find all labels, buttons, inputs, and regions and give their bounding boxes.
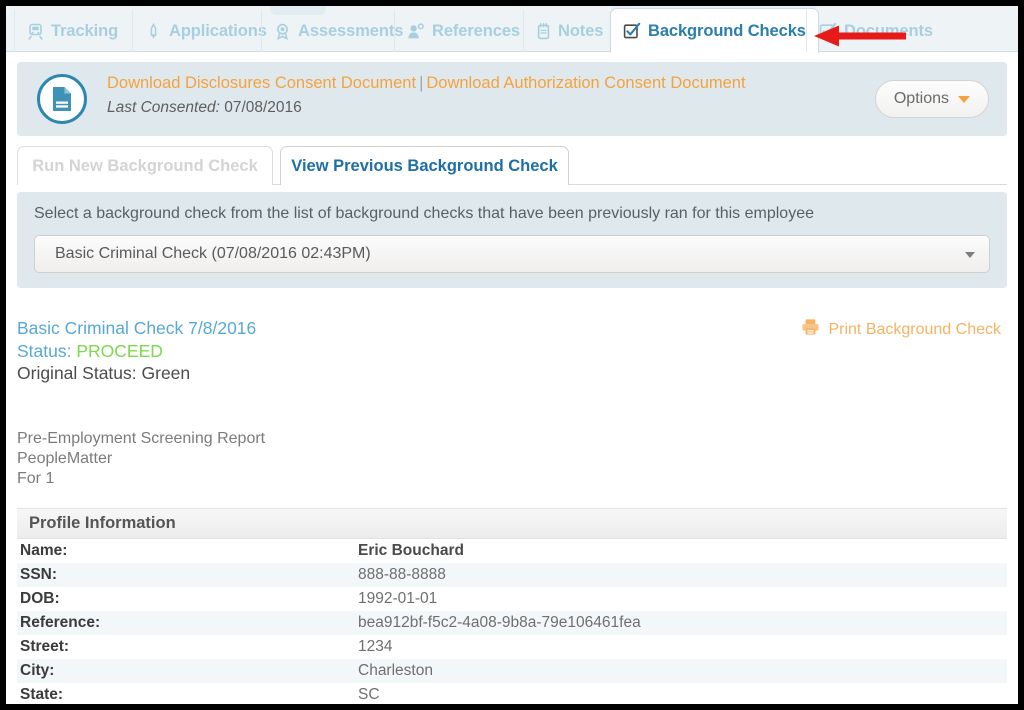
options-button[interactable]: Options <box>874 80 989 118</box>
print-background-check-link[interactable]: Print Background Check <box>801 318 1001 341</box>
table-row: Name: Eric Bouchard <box>17 539 1007 563</box>
select-value: Basic Criminal Check (07/08/2016 02:43PM… <box>55 245 371 262</box>
tab-label: Documents <box>844 21 933 40</box>
tab-label: Tracking <box>51 21 119 40</box>
download-authorization-link[interactable]: Download Authorization Consent Document <box>426 74 745 92</box>
tab-background-checks[interactable]: Background Checks <box>610 8 819 53</box>
printer-icon <box>801 318 820 341</box>
subtab-run-new-background-check[interactable]: Run New Background Check <box>17 146 273 185</box>
pen-icon <box>145 22 162 40</box>
report-meta: Pre-Employment Screening Report PeopleMa… <box>17 429 265 489</box>
result-original-status: Original Status: Green <box>17 363 191 383</box>
checkbox-checked-icon <box>623 22 641 40</box>
table-row: State: SC <box>17 683 1007 704</box>
table-row: Street: 1234 <box>17 635 1007 659</box>
subtab-view-previous-background-check[interactable]: View Previous Background Check <box>280 146 569 185</box>
row-label: Reference: <box>20 614 101 631</box>
document-circle-icon <box>37 74 87 124</box>
status-label: Status: <box>17 341 72 361</box>
report-meta-line-1: Pre-Employment Screening Report <box>17 430 266 447</box>
tab-label: Assessments <box>298 21 404 40</box>
tab-applications[interactable]: Applications <box>132 10 279 52</box>
status-badge: PROCEED <box>76 341 163 361</box>
consent-banner: Download Disclosures Consent Document | Do… <box>17 62 1007 136</box>
background-check-select[interactable]: Basic Criminal Check (07/08/2016 02:43PM… <box>34 235 990 273</box>
row-label: Street: <box>20 638 70 655</box>
row-value: bea912bf-f5c2-4a08-9b8a-79e106461fea <box>358 614 641 631</box>
row-value: 888-88-8888 <box>358 566 446 583</box>
tab-assessments[interactable]: Assessments <box>261 10 415 52</box>
row-label: City: <box>20 662 55 679</box>
tab-label: Notes <box>558 21 604 40</box>
row-value: 1234 <box>358 638 393 655</box>
selector-instruction: Select a background check from the list … <box>34 205 814 222</box>
table-row: SSN: 888-88-8888 <box>17 563 1007 587</box>
award-ribbon-icon <box>274 23 291 40</box>
download-disclosures-link[interactable]: Download Disclosures Consent Document <box>107 74 416 92</box>
profile-information-table: Profile Information Name: Eric Bouchard … <box>17 508 1007 704</box>
tab-documents[interactable]: Documents <box>806 10 945 52</box>
person-reference-icon <box>407 22 425 40</box>
last-consented-label: Last Consented: <box>107 99 220 116</box>
report-meta-line-2: PeopleMatter <box>17 450 113 467</box>
tab-label: Background Checks <box>648 21 806 40</box>
background-check-selector-panel: Select a background check from the list … <box>17 192 1007 288</box>
row-label: DOB: <box>20 590 60 607</box>
result-title: Basic Criminal Check 7/8/2016 <box>17 318 257 338</box>
tracking-icon <box>27 23 44 40</box>
checkbox-icon <box>819 22 837 40</box>
main-tab-strip: Tracking Applications Assessments Refere… <box>6 6 1018 53</box>
tab-label: References <box>432 21 520 40</box>
row-label: SSN: <box>20 566 58 583</box>
chevron-down-icon <box>958 95 970 103</box>
print-link-label: Print Background Check <box>828 320 1001 338</box>
chevron-down-icon <box>965 252 975 258</box>
tab-tracking[interactable]: Tracking <box>14 10 130 52</box>
window-content: Tracking Applications Assessments Refere… <box>6 6 1018 704</box>
result-status: Status: PROCEED <box>17 341 163 362</box>
profile-section-title: Profile Information <box>17 508 1007 539</box>
link-separator: | <box>419 74 424 92</box>
row-value: 1992-01-01 <box>358 590 438 607</box>
table-row: City: Charleston <box>17 659 1007 683</box>
tab-references[interactable]: References <box>394 10 532 52</box>
tab-label: Applications <box>169 21 267 40</box>
table-row: DOB: 1992-01-01 <box>17 587 1007 611</box>
options-button-label: Options <box>893 90 949 107</box>
tab-notes[interactable]: Notes <box>523 10 615 52</box>
row-value: Charleston <box>358 662 433 679</box>
subtab-label: Run New Background Check <box>32 156 258 175</box>
row-label: Name: <box>20 542 68 559</box>
last-consented-value: 07/08/2016 <box>224 99 302 116</box>
table-row: Reference: bea912bf-f5c2-4a08-9b8a-79e10… <box>17 611 1007 635</box>
row-value: SC <box>358 686 380 703</box>
application-window: Tracking Applications Assessments Refere… <box>0 0 1024 710</box>
subtab-label: View Previous Background Check <box>291 156 558 175</box>
report-meta-line-3: For 1 <box>17 470 55 487</box>
notepad-icon <box>536 22 551 40</box>
row-value: Eric Bouchard <box>358 542 464 559</box>
sub-tab-strip: Run New Background Check View Previous B… <box>17 146 1007 185</box>
consent-links: Download Disclosures Consent Document | Do… <box>107 74 746 93</box>
row-label: State: <box>20 686 64 703</box>
last-consented-row: Last Consented: 07/08/2016 <box>107 99 302 117</box>
